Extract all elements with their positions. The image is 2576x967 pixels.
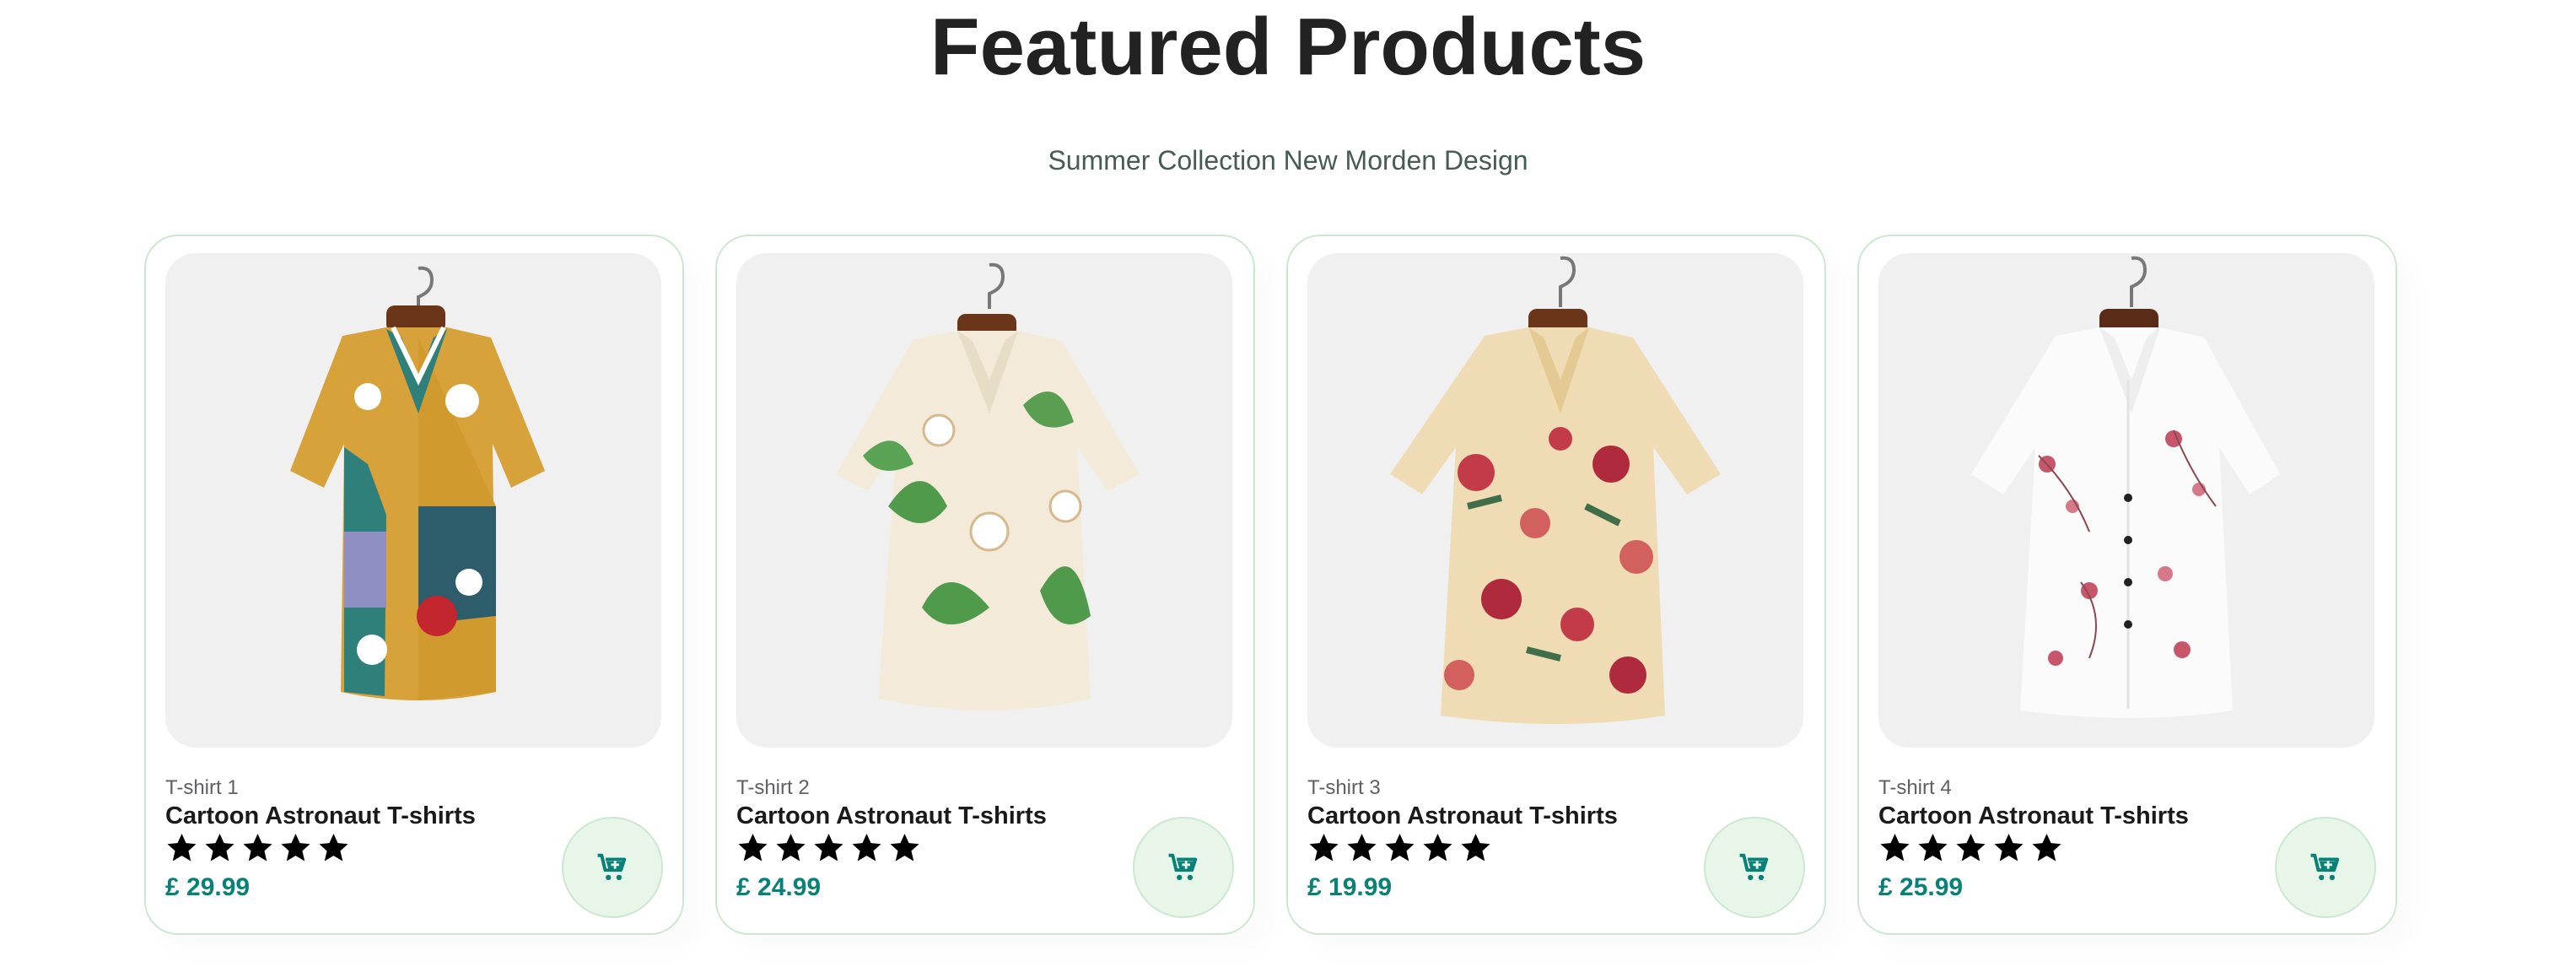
star-icon — [1423, 833, 1452, 862]
product-price: £ 25.99 — [1878, 873, 1964, 901]
product-brand: T-shirt 1 — [165, 776, 239, 799]
star-icon — [738, 833, 768, 862]
add-to-cart-icon — [2310, 853, 2340, 881]
star-icon — [319, 833, 348, 862]
add-to-cart-button[interactable] — [2275, 817, 2376, 918]
product-name[interactable]: Cartoon Astronaut T-shirts — [736, 802, 1047, 830]
star-icon — [852, 833, 881, 862]
add-to-cart-button[interactable] — [562, 817, 663, 918]
product-name[interactable]: Cartoon Astronaut T-shirts — [165, 802, 476, 830]
star-icon — [1461, 833, 1490, 862]
product-card[interactable]: T-shirt 3 Cartoon Astronaut T-shirts £ 1… — [1286, 235, 1826, 935]
star-icon — [281, 833, 310, 862]
star-icon — [776, 833, 806, 862]
star-icon — [1880, 833, 1910, 862]
product-card[interactable]: T-shirt 2 Cartoon Astronaut T-shirts £ 2… — [715, 235, 1255, 935]
star-icon — [890, 833, 919, 862]
product-card[interactable]: T-shirt 1 Cartoon Astronaut T-shirts £ 2… — [144, 235, 684, 935]
rating-stars — [1878, 829, 2063, 867]
product-image[interactable] — [736, 253, 1232, 748]
add-to-cart-button[interactable] — [1133, 817, 1234, 918]
add-to-cart-icon — [597, 853, 627, 881]
star-icon — [1918, 833, 1948, 862]
rating-stars — [736, 829, 921, 867]
star-icon — [205, 833, 234, 862]
product-price: £ 29.99 — [165, 873, 251, 901]
product-card[interactable]: T-shirt 4 Cartoon Astronaut T-shirts £ 2… — [1857, 235, 2397, 935]
add-to-cart-icon — [1739, 853, 1769, 881]
product-brand: T-shirt 4 — [1878, 776, 1952, 799]
rating-stars — [165, 829, 350, 867]
product-price: £ 24.99 — [736, 873, 822, 901]
product-image[interactable] — [1878, 253, 2374, 748]
product-brand: T-shirt 3 — [1307, 776, 1381, 799]
star-icon — [1994, 833, 2024, 862]
star-icon — [1956, 833, 1986, 862]
star-icon — [2032, 833, 2061, 862]
product-image[interactable] — [1307, 253, 1803, 748]
rating-stars — [1307, 829, 1492, 867]
add-to-cart-button[interactable] — [1704, 817, 1805, 918]
add-to-cart-icon — [1168, 853, 1198, 881]
star-icon — [1385, 833, 1415, 862]
product-price: £ 19.99 — [1307, 873, 1393, 901]
product-image[interactable] — [165, 253, 661, 748]
product-grid: T-shirt 1 Cartoon Astronaut T-shirts £ 2… — [0, 0, 2576, 967]
star-icon — [243, 833, 272, 862]
product-name[interactable]: Cartoon Astronaut T-shirts — [1878, 802, 2189, 830]
product-name[interactable]: Cartoon Astronaut T-shirts — [1307, 802, 1618, 830]
star-icon — [167, 833, 197, 862]
star-icon — [1309, 833, 1339, 862]
product-brand: T-shirt 2 — [736, 776, 810, 799]
star-icon — [814, 833, 843, 862]
star-icon — [1347, 833, 1377, 862]
